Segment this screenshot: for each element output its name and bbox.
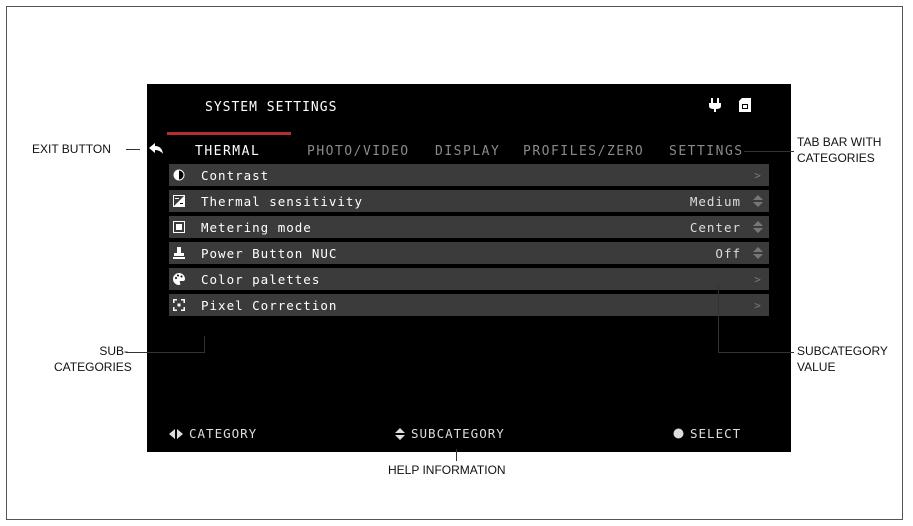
help-subcategory-label: SUBCATEGORY [411,426,505,441]
annotation-sub-line1: SUB- [99,344,128,358]
leader-line [126,149,140,150]
help-category-label: CATEGORY [189,426,258,441]
list-item-thermal-sensitivity[interactable]: Thermal sensitivity Medium [169,190,769,212]
annotation-subcategories: SUB- CATEGORIES [54,343,132,375]
list-item-contrast[interactable]: Contrast > [169,164,769,186]
chevron-right-icon: > [754,298,762,312]
item-label: Contrast [201,167,270,183]
select-dot-icon [673,428,684,439]
item-value: Medium [689,193,741,209]
up-down-spinner-icon[interactable] [753,247,763,259]
contrast-icon [173,169,185,181]
active-tab-indicator [167,132,291,135]
up-down-spinner-icon[interactable] [753,195,763,207]
leader-line [456,449,457,461]
annotation-subcategory-value: SUBCATEGORY VALUE [797,343,888,375]
tab-thermal[interactable]: THERMAL [195,144,260,159]
plug-icon [709,98,721,112]
annotation-tab-bar-line2: CATEGORIES [797,151,875,165]
palette-icon [173,273,185,285]
chevron-right-icon: > [754,272,762,286]
device-screen: SYSTEM SETTINGS THERMAL PHOTO/VIDEO DISP… [147,84,791,452]
annotation-sub-line2: CATEGORIES [54,360,132,374]
item-label: Color palettes [201,271,321,287]
sd-card-icon [739,98,751,112]
tab-settings[interactable]: SETTINGS [669,144,744,159]
help-bar: CATEGORY SUBCATEGORY SELECT [169,426,769,444]
power-button-icon [173,247,185,259]
tab-display[interactable]: DISPLAY [435,144,500,159]
back-arrow-icon[interactable] [149,143,163,155]
leader-line [204,336,205,353]
leader-line [718,352,794,353]
metering-mode-icon [173,221,185,233]
item-label: Thermal sensitivity [201,193,363,209]
leader-line [718,284,719,352]
status-icons [709,98,751,112]
annotation-subvalue-line2: VALUE [797,360,836,374]
up-down-arrows-icon [395,427,405,440]
annotation-tab-bar-line1: TAB BAR WITH [797,135,882,149]
list-item-pixel-correction[interactable]: Pixel Correction > [169,294,769,316]
leader-line [126,352,205,353]
item-label: Power Button NUC [201,245,338,261]
list-item-power-button-nuc[interactable]: Power Button NUC Off [169,242,769,264]
annotation-help-information: HELP INFORMATION [388,463,506,477]
left-right-arrows-icon [169,428,183,439]
help-select: SELECT [673,426,741,441]
screen-title: SYSTEM SETTINGS [205,100,338,115]
pixel-correction-icon [173,299,185,311]
up-down-spinner-icon[interactable] [753,221,763,233]
chevron-right-icon: > [754,168,762,182]
tab-bar: THERMAL PHOTO/VIDEO DISPLAY PROFILES/ZER… [169,144,781,162]
item-label: Metering mode [201,219,312,235]
item-value: Off [715,245,741,261]
leader-line [744,151,794,152]
item-value: Center [689,219,741,235]
thermal-sensitivity-icon [173,195,185,207]
annotation-exit-button: EXIT BUTTON [32,142,111,156]
tab-photo-video[interactable]: PHOTO/VIDEO [307,144,410,159]
list-item-color-palettes[interactable]: Color palettes > [169,268,769,290]
help-category: CATEGORY [169,426,257,441]
annotation-subvalue-line1: SUBCATEGORY [797,344,888,358]
settings-list: Contrast > Thermal sensitivity Medium Me… [169,164,769,320]
help-subcategory: SUBCATEGORY [395,426,505,441]
item-label: Pixel Correction [201,297,338,313]
tab-profiles-zero[interactable]: PROFILES/ZERO [523,144,644,159]
annotation-tab-bar: TAB BAR WITH CATEGORIES [797,134,881,166]
list-item-metering-mode[interactable]: Metering mode Center [169,216,769,238]
help-select-label: SELECT [690,426,742,441]
